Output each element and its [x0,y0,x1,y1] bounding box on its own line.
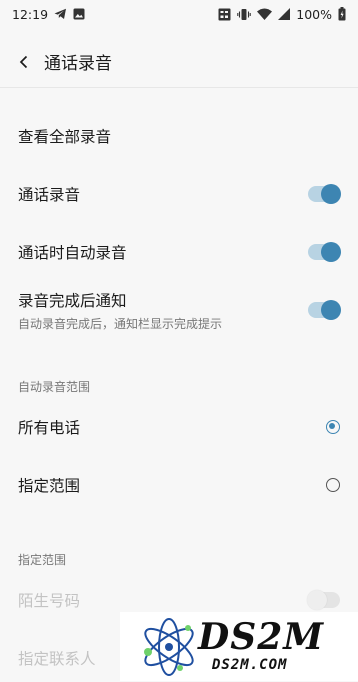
status-left: 12:19 [12,7,85,22]
notify-description: 自动录音完成后，通知栏显示完成提示 [18,316,223,331]
call-recording-toggle[interactable] [308,184,341,204]
app-header: 通话录音 [0,36,358,88]
auto-record-toggle[interactable] [308,242,341,262]
unknown-numbers-toggle[interactable] [307,590,340,610]
back-button[interactable] [14,52,34,72]
auto-record-label: 通话时自动录音 [18,244,127,262]
notify-text: 录音完成后通知 自动录音完成后，通知栏显示完成提示 [18,289,222,332]
battery-icon [338,7,346,21]
watermark-subtext: DS2M.COM [212,657,288,673]
volte-icon [218,8,231,21]
notify-after-recording-item[interactable]: 录音完成后通知 自动录音完成后，通知栏显示完成提示 [0,284,358,336]
option-specified-range[interactable]: 指定范围 [0,461,358,509]
all-calls-radio[interactable] [326,420,340,434]
atom-logo-icon [144,618,194,676]
image-icon [73,8,85,20]
signal-icon [278,8,291,20]
watermark-text: DS2M [198,616,325,658]
unknown-numbers-label: 陌生号码 [18,592,81,610]
option-all-calls[interactable]: 所有电话 [0,403,358,451]
option-all-calls-label: 所有电话 [18,419,81,437]
telegram-icon [54,8,67,20]
section-specified-range: 指定范围 [18,553,67,567]
wifi-icon [257,8,273,20]
auto-record-item[interactable]: 通话时自动录音 [0,228,358,276]
battery-percent: 100% [296,6,332,22]
chevron-left-icon [19,55,28,68]
watermark: DS2M DS2M.COM [120,612,358,681]
section-auto-record-range: 自动录音范围 [18,380,91,394]
specified-contacts-label: 指定联系人 [18,650,96,668]
page-title: 通话录音 [44,54,112,74]
specified-range-radio[interactable] [326,478,340,492]
call-recording-item[interactable]: 通话录音 [0,170,358,218]
call-recording-label: 通话录音 [18,186,81,204]
notify-toggle[interactable] [308,300,341,320]
vibrate-icon [237,8,251,21]
view-all-recordings-label: 查看全部录音 [18,128,112,146]
view-all-recordings-item[interactable]: 查看全部录音 [0,112,358,160]
status-bar: 12:19 100% [0,0,358,28]
status-time: 12:19 [12,6,49,22]
notify-label: 录音完成后通知 [18,291,127,310]
status-right: 100% [218,7,346,22]
option-specified-range-label: 指定范围 [18,477,81,495]
